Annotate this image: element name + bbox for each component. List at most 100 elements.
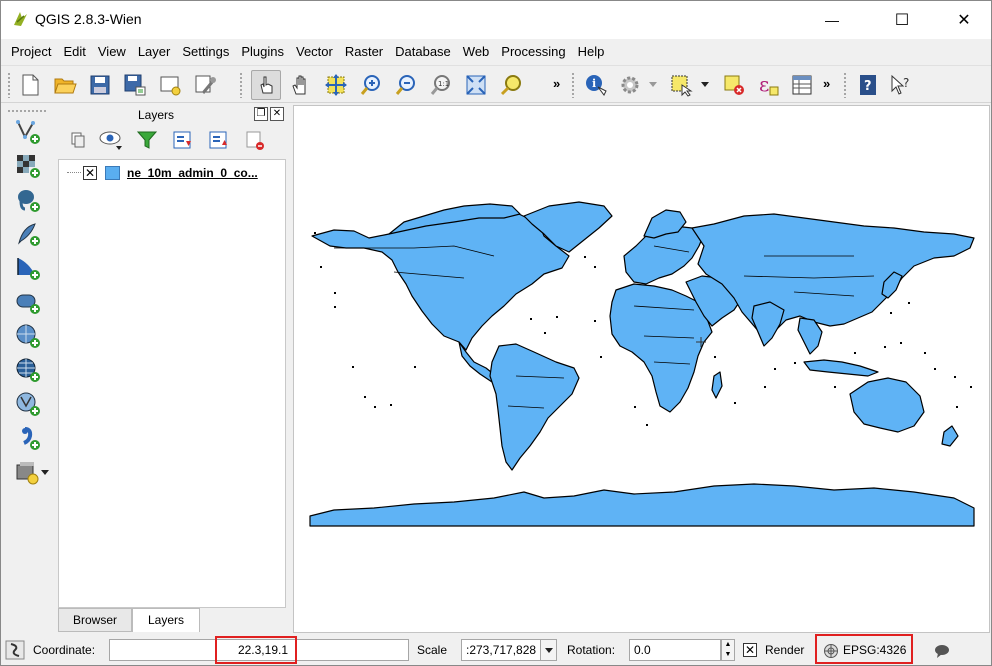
pan-to-selection-button[interactable]	[321, 70, 351, 100]
island-speck	[390, 404, 392, 406]
wcs-globe-icon	[16, 358, 40, 382]
zoom-full-icon	[466, 75, 486, 95]
deselect-features-button[interactable]	[719, 70, 749, 100]
add-delimited-text-layer-button[interactable]	[13, 423, 43, 453]
messages-button[interactable]	[5, 640, 25, 660]
menu-settings[interactable]: Settings	[176, 41, 235, 63]
island-speck	[364, 396, 366, 398]
toolbar-overflow-1[interactable]: »	[553, 76, 560, 91]
zoom-actual-size-button[interactable]: 1:1	[426, 70, 456, 100]
composer-manager-button[interactable]	[190, 70, 220, 100]
save-as-button[interactable]	[120, 70, 150, 100]
menu-help[interactable]: Help	[572, 41, 611, 63]
dropdown-arrow-icon[interactable]	[701, 82, 709, 87]
close-button[interactable]: ✕	[941, 1, 987, 39]
zoom-in-button[interactable]	[356, 70, 386, 100]
island-speck	[634, 406, 636, 408]
menu-raster[interactable]: Raster	[339, 41, 389, 63]
scale-dropdown-button[interactable]	[540, 640, 556, 660]
add-virtual-layer-button[interactable]	[13, 457, 43, 487]
menu-vector[interactable]: Vector	[290, 41, 339, 63]
close-panel-button[interactable]: ✕	[270, 107, 284, 121]
scale-combobox[interactable]: :273,717,828	[461, 639, 557, 661]
add-wfs-layer-button[interactable]	[13, 389, 43, 419]
toolbar-grip[interactable]	[7, 72, 11, 98]
menu-database[interactable]: Database	[389, 41, 457, 63]
add-layer-toolbar	[1, 105, 53, 635]
tab-browser[interactable]: Browser	[58, 608, 132, 632]
help-contents-button[interactable]: ?	[853, 70, 883, 100]
menu-plugins[interactable]: Plugins	[235, 41, 290, 63]
world-map[interactable]	[294, 106, 989, 632]
toolbar-grip[interactable]	[7, 109, 47, 113]
add-raster-layer-button[interactable]	[13, 151, 43, 181]
render-checkbox[interactable]: ✕	[743, 643, 757, 657]
remove-layer-button[interactable]	[242, 127, 268, 153]
menu-view[interactable]: View	[92, 41, 132, 63]
menu-project[interactable]: Project	[5, 41, 57, 63]
toolbar-grip[interactable]	[571, 72, 575, 98]
message-log-button[interactable]	[933, 642, 951, 660]
layer-row[interactable]: ✕ ne_10m_admin_0_co...	[59, 164, 285, 182]
map-canvas[interactable]	[293, 105, 990, 633]
toolbar-grip[interactable]	[239, 72, 243, 98]
rotation-spin-buttons[interactable]: ▲ ▼	[721, 639, 735, 661]
add-mssql-layer-button[interactable]	[13, 253, 43, 283]
expand-collapse-button[interactable]	[64, 127, 90, 153]
menu-edit[interactable]: Edit	[57, 41, 91, 63]
new-project-button[interactable]	[15, 70, 45, 100]
menu-processing[interactable]: Processing	[495, 41, 571, 63]
zoom-out-button[interactable]	[391, 70, 421, 100]
maximize-button[interactable]: ☐	[879, 1, 925, 39]
tools-icon	[195, 75, 216, 94]
island-speck	[584, 256, 586, 258]
filter-legend-button[interactable]	[134, 127, 160, 153]
new-print-composer-button[interactable]	[155, 70, 185, 100]
add-oracle-layer-button[interactable]	[13, 287, 43, 317]
open-attribute-table-button[interactable]	[787, 70, 817, 100]
pan-map-button[interactable]	[286, 70, 316, 100]
save-project-button[interactable]	[85, 70, 115, 100]
dropdown-arrow-icon[interactable]	[41, 470, 49, 475]
touch-zoom-pan-button[interactable]	[251, 70, 281, 100]
open-project-button[interactable]	[50, 70, 80, 100]
toolbar-overflow-2[interactable]: »	[823, 76, 830, 91]
layer-name[interactable]: ne_10m_admin_0_co...	[127, 166, 258, 180]
toolbar-grip[interactable]	[843, 72, 847, 98]
svg-text:1:1: 1:1	[438, 80, 449, 88]
identify-features-button[interactable]: i	[581, 70, 611, 100]
spatialite-feather-icon	[18, 223, 40, 246]
tab-layers[interactable]: Layers	[132, 608, 200, 632]
float-panel-button[interactable]: ❐	[254, 107, 268, 121]
select-by-expression-button[interactable]: ε	[753, 70, 783, 100]
select-features-button[interactable]	[666, 70, 696, 100]
add-wcs-layer-button[interactable]	[13, 355, 43, 385]
minimize-button[interactable]: —	[809, 1, 855, 39]
add-vector-layer-button[interactable]	[13, 117, 43, 147]
expand-all-button[interactable]	[170, 127, 196, 153]
zoom-to-selection-button[interactable]	[496, 70, 526, 100]
wfs-globe-icon	[16, 392, 40, 416]
layer-symbol-swatch[interactable]	[105, 166, 120, 180]
add-postgis-layer-button[interactable]	[13, 185, 43, 215]
menu-web[interactable]: Web	[457, 41, 496, 63]
whats-this-button[interactable]: ?	[886, 70, 916, 100]
chevron-down-icon	[545, 648, 553, 653]
collapse-all-button[interactable]	[206, 127, 232, 153]
save-icon	[90, 75, 110, 95]
qgis-window: QGIS 2.8.3-Wien — ☐ ✕ Project Edit View …	[0, 0, 992, 666]
menu-layer[interactable]: Layer	[132, 41, 177, 63]
attribute-table-icon	[792, 75, 812, 95]
add-wms-layer-button[interactable]	[13, 321, 43, 351]
manage-visibility-button[interactable]	[98, 127, 124, 153]
layer-tree: ✕ ne_10m_admin_0_co...	[58, 159, 286, 608]
layer-visibility-checkbox[interactable]: ✕	[83, 166, 97, 180]
rotation-spinbox[interactable]: 0.0	[629, 639, 721, 661]
island-speck	[334, 306, 336, 308]
antarctica	[309, 483, 975, 527]
dropdown-arrow-icon[interactable]	[649, 82, 657, 87]
status-bar: Coordinate: 22.3,19.1 Scale :273,717,828…	[1, 634, 991, 666]
add-spatialite-layer-button[interactable]	[13, 219, 43, 249]
zoom-full-button[interactable]	[461, 70, 491, 100]
run-feature-action-button[interactable]	[615, 70, 645, 100]
